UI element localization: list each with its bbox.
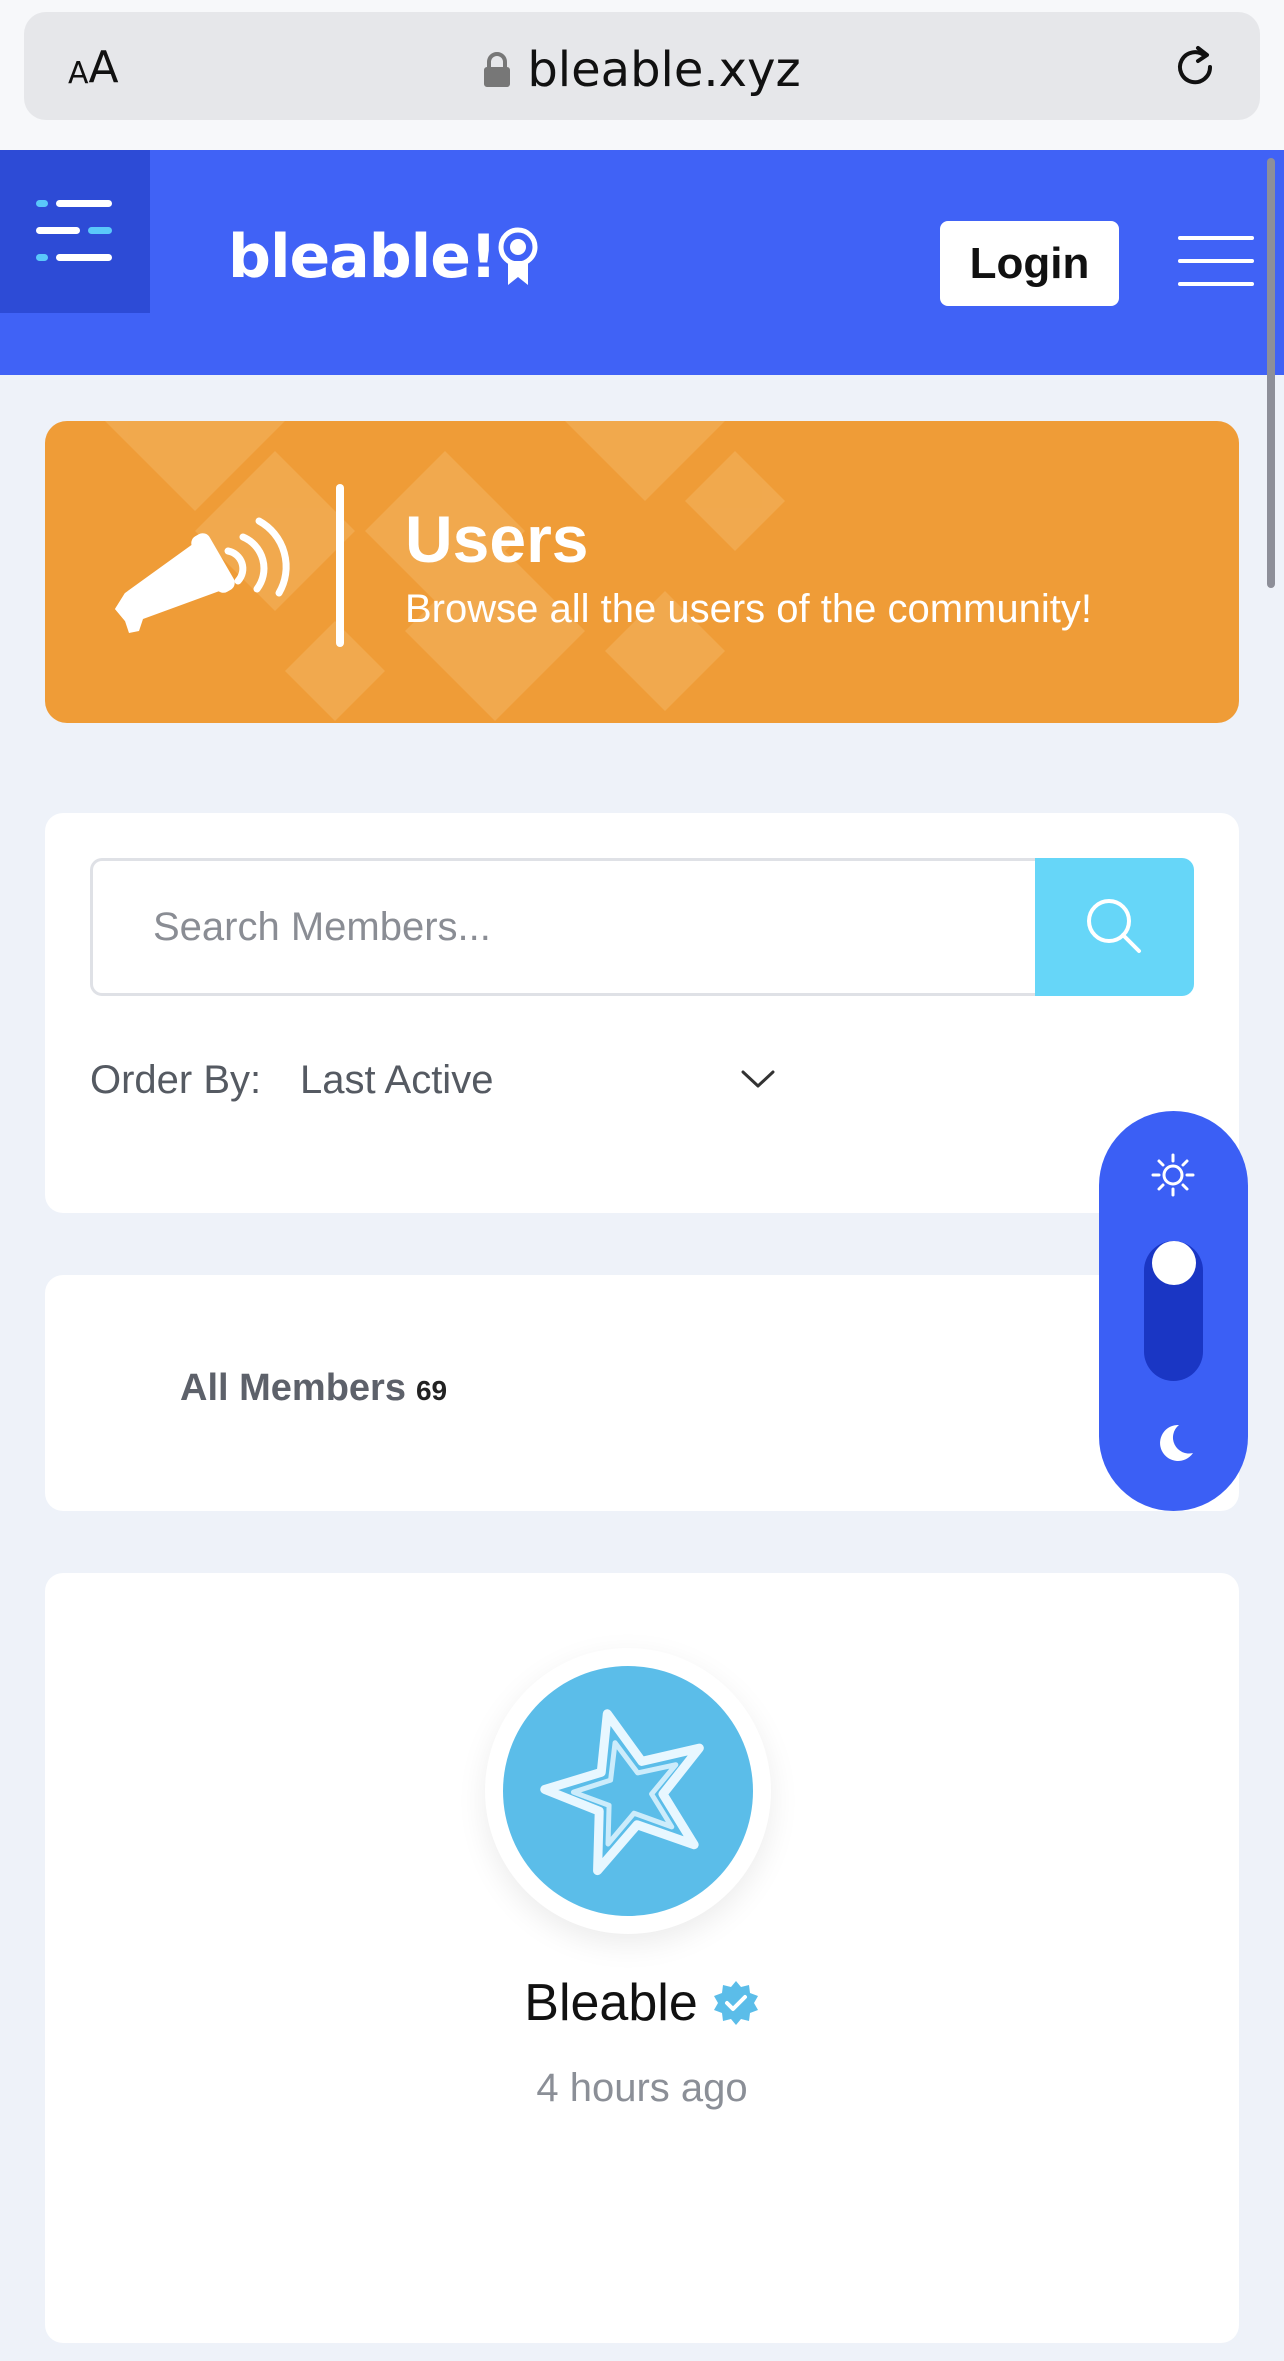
login-button[interactable]: Login xyxy=(940,221,1119,306)
sidebar-toggle-button[interactable] xyxy=(0,150,150,313)
address-bar[interactable]: A A bleable.xyz xyxy=(24,12,1260,120)
sun-icon[interactable] xyxy=(1149,1151,1197,1199)
moon-icon[interactable] xyxy=(1149,1419,1197,1467)
member-name[interactable]: Bleable xyxy=(524,1973,697,2033)
chevron-down-icon xyxy=(741,1070,775,1088)
member-last-active: 4 hours ago xyxy=(536,2066,748,2110)
member-card[interactable]: Bleable 4 hours ago xyxy=(45,1573,1239,2343)
members-count-badge: 69 xyxy=(415,1375,448,1406)
avatar[interactable] xyxy=(485,1648,771,1934)
browser-chrome: A A bleable.xyz xyxy=(0,0,1284,150)
site-logo[interactable]: bleable! xyxy=(228,222,540,292)
megaphone-icon xyxy=(115,517,290,633)
url-display[interactable]: bleable.xyz xyxy=(24,42,1260,98)
page-title: Users xyxy=(405,502,589,576)
avatar-image xyxy=(503,1666,753,1916)
member-search-card: Order By: Last Active xyxy=(45,813,1239,1213)
logo-text: bleable! xyxy=(228,222,497,292)
search-button[interactable] xyxy=(1035,858,1194,996)
theme-toggle-knob[interactable] xyxy=(1152,1241,1196,1285)
tab-all-members[interactable]: All Members 69 xyxy=(180,1367,447,1410)
site-header: bleable! Login xyxy=(0,150,1284,375)
theme-switch[interactable] xyxy=(1099,1111,1248,1511)
tab-all-members-label: All Members xyxy=(180,1367,406,1409)
order-by-value: Last Active xyxy=(300,1058,494,1102)
page-subtitle: Browse all the users of the community! xyxy=(405,587,1092,631)
hamburger-menu-icon[interactable] xyxy=(1178,236,1254,286)
verified-badge-icon xyxy=(713,1981,758,2025)
order-by-select[interactable]: Last Active xyxy=(300,1045,790,1115)
search-icon xyxy=(1087,899,1141,953)
ribbon-icon xyxy=(498,227,538,285)
sidebar-toggle-icon xyxy=(36,200,112,261)
members-tabs-card: All Members 69 xyxy=(45,1275,1239,1511)
member-name-row: Bleable xyxy=(45,1973,1239,2033)
banner-divider xyxy=(336,484,344,647)
star-icon xyxy=(540,1709,704,1876)
page-banner: Users Browse all the users of the commun… xyxy=(45,421,1239,723)
search-members-input[interactable] xyxy=(90,858,1035,996)
lock-icon xyxy=(484,52,511,87)
reload-icon[interactable] xyxy=(1170,42,1220,92)
order-by-label: Order By: xyxy=(90,1058,262,1102)
url-text: bleable.xyz xyxy=(527,42,801,98)
page-scrollbar[interactable] xyxy=(1267,158,1275,588)
